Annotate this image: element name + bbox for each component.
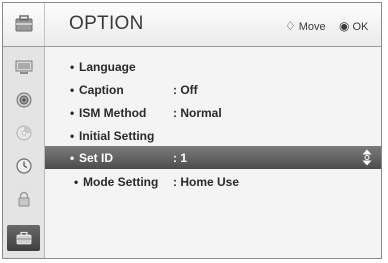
menu-item-label: Set ID xyxy=(79,151,114,165)
ok-button-icon: ◉ xyxy=(339,19,350,33)
menu-item-initial-setting[interactable]: • Initial Setting xyxy=(45,124,381,147)
menu-item-set-id[interactable]: • Set ID : 1 xyxy=(45,146,381,169)
menu-item-value: : Home Use xyxy=(173,175,240,189)
clock-icon xyxy=(16,158,32,174)
bullet: • xyxy=(70,129,75,143)
option-toolbox-icon xyxy=(16,231,32,245)
page-title: OPTION xyxy=(69,13,144,34)
sidebar-item-picture[interactable] xyxy=(7,54,40,80)
menu-item-label: Caption xyxy=(79,83,124,97)
category-sidebar xyxy=(3,47,45,258)
sidebar-item-option[interactable] xyxy=(7,225,40,251)
menu-item-value: : Normal xyxy=(173,106,222,120)
menu-item-label: Initial Setting xyxy=(79,129,155,143)
up-down-arrow-icon[interactable] xyxy=(361,149,373,166)
header-icon-box xyxy=(3,3,45,46)
menu-item-language[interactable]: • Language xyxy=(45,55,381,78)
lock-icon xyxy=(18,191,30,207)
sidebar-item-time[interactable] xyxy=(7,153,40,179)
menu-item-label: ISM Method xyxy=(79,106,147,120)
menu-item-label: Language xyxy=(79,60,136,74)
option-menu-window: OPTION ♢ Move ◉ OK • Language • Caption … xyxy=(2,2,382,259)
menu-item-mode-setting[interactable]: • Mode Setting : Home Use xyxy=(45,170,381,193)
bullet: • xyxy=(70,60,75,74)
ok-hint: ◉ OK xyxy=(339,19,368,33)
bullet: • xyxy=(70,83,75,97)
menu-item-ism-method[interactable]: • ISM Method : Normal xyxy=(45,101,381,124)
menu-item-value: : Off xyxy=(173,83,198,97)
channel-disc-icon xyxy=(16,125,32,141)
menu-item-label: Mode Setting xyxy=(83,175,159,189)
audio-speaker-icon xyxy=(16,92,32,108)
bullet: • xyxy=(74,175,79,189)
sidebar-item-channel[interactable] xyxy=(7,120,40,146)
picture-icon xyxy=(15,60,33,74)
menu-item-value: : 1 xyxy=(173,151,188,165)
move-hint: ♢ Move xyxy=(285,19,326,33)
menu-item-caption[interactable]: • Caption : Off xyxy=(45,78,381,101)
bullet: • xyxy=(70,106,75,120)
menu-header: OPTION ♢ Move ◉ OK xyxy=(3,3,381,47)
bullet: • xyxy=(70,151,75,165)
ok-hint-label: OK xyxy=(352,21,369,33)
move-arrows-icon: ♢ xyxy=(285,19,296,33)
option-toolbox-icon xyxy=(15,15,33,32)
sidebar-item-audio[interactable] xyxy=(7,87,40,113)
sidebar-item-lock[interactable] xyxy=(7,186,40,212)
move-hint-label: Move xyxy=(298,21,326,33)
option-menu-list: • Language • Caption : Off • ISM Method … xyxy=(45,47,381,258)
